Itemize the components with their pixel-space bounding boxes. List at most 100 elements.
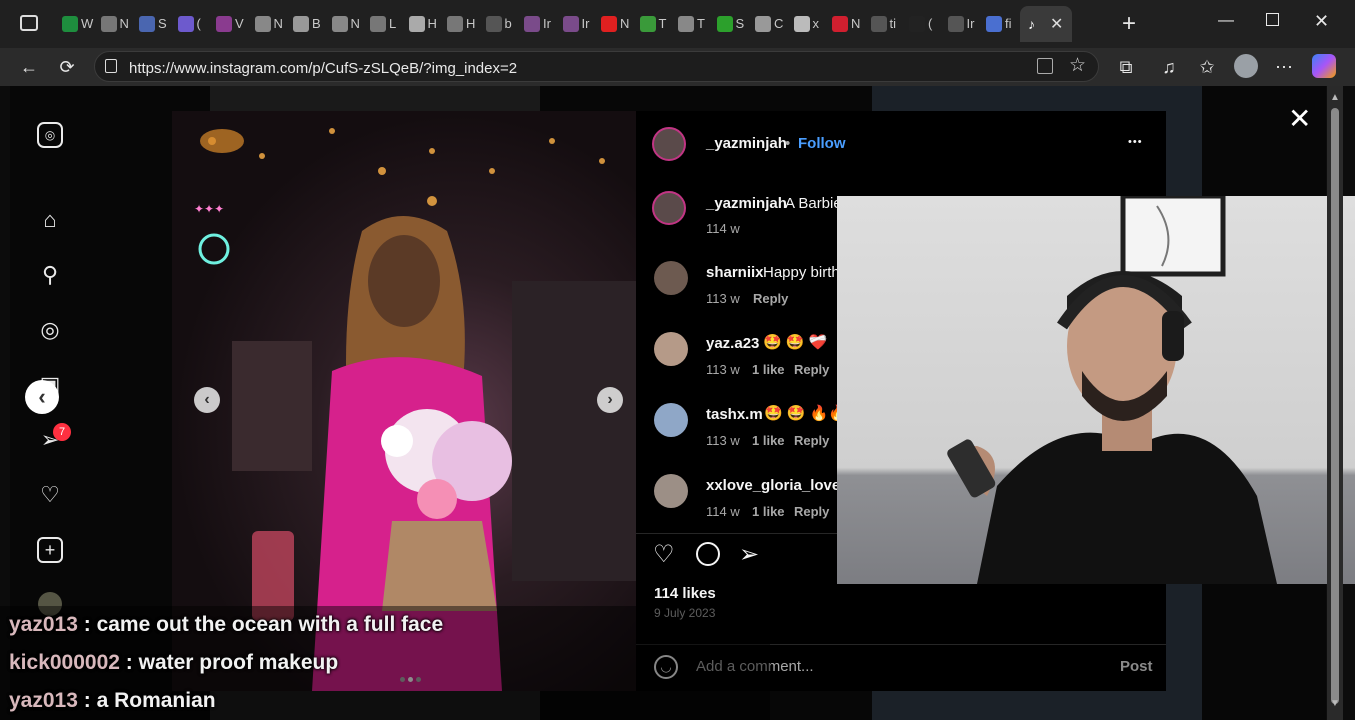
tab-favicon-icon[interactable]	[947, 16, 964, 32]
tab-title[interactable]: T	[697, 15, 705, 33]
create-icon[interactable]: +	[37, 537, 63, 563]
previous-post-button[interactable]: ‹	[25, 380, 59, 414]
tab-favicon-icon[interactable]	[716, 16, 733, 32]
reply-button[interactable]: Reply	[794, 504, 829, 519]
comment-username[interactable]: sharniix	[706, 264, 764, 281]
tab-actions-icon[interactable]	[20, 15, 38, 31]
tab-favicon-icon[interactable]	[639, 16, 656, 32]
close-modal-button[interactable]: ✕	[1288, 102, 1311, 135]
tab-title[interactable]: x	[813, 15, 820, 33]
home-icon[interactable]: ⌂	[37, 207, 63, 233]
tab-title[interactable]: B	[312, 15, 321, 33]
profile-avatar[interactable]	[1234, 54, 1258, 78]
scroll-down-arrow[interactable]: ▼	[1330, 698, 1340, 709]
author-avatar[interactable]	[652, 127, 686, 161]
share-send-icon[interactable]: ➢	[739, 540, 759, 569]
tab-favicon-icon[interactable]	[254, 16, 271, 32]
scroll-thumb[interactable]	[1331, 108, 1339, 704]
tab-title[interactable]: S	[736, 15, 745, 33]
tab-favicon-icon[interactable]	[755, 16, 771, 32]
comment-likes[interactable]: 1 like	[752, 433, 785, 448]
commenter-avatar[interactable]	[654, 403, 688, 437]
site-info-icon[interactable]	[105, 59, 117, 73]
tab-title[interactable]: C	[774, 15, 783, 33]
explore-icon[interactable]: ◎	[37, 317, 63, 343]
more-options-icon[interactable]: •••	[1128, 136, 1143, 148]
tab-favicon-icon[interactable]	[216, 16, 232, 32]
tab-favicon-icon[interactable]	[870, 16, 887, 32]
tab-favicon-icon[interactable]	[331, 16, 348, 32]
instagram-logo-icon[interactable]: ◎	[37, 122, 63, 148]
tab-favicon-icon[interactable]	[562, 16, 579, 32]
tab-title[interactable]: S	[158, 15, 167, 33]
comment-username[interactable]: tashx.m	[706, 406, 763, 423]
comment-likes[interactable]: 1 like	[752, 362, 785, 377]
caption-avatar[interactable]	[652, 191, 686, 225]
tab-favicon-icon[interactable]	[601, 16, 617, 32]
new-tab-button[interactable]: +	[1122, 10, 1136, 38]
tab-favicon-icon[interactable]	[370, 16, 386, 32]
tab-title[interactable]: V	[235, 15, 244, 33]
tab-title[interactable]: T	[659, 15, 667, 33]
settings-more-icon[interactable]: ⋯	[1271, 55, 1297, 79]
tab-favicon-icon[interactable]	[524, 16, 540, 32]
caption-username[interactable]: _yazminjah	[706, 195, 787, 212]
heart-icon[interactable]: ♡	[37, 482, 63, 508]
tab-favicon-icon[interactable]	[832, 16, 848, 32]
tab-title[interactable]: L	[389, 15, 396, 33]
comment-username[interactable]: yaz.a23	[706, 335, 759, 352]
post-photo[interactable]: ✦✦✦ ‹ ›	[172, 111, 646, 691]
tab-favicon-icon[interactable]	[139, 16, 155, 32]
reply-button[interactable]: Reply	[794, 362, 829, 377]
tab-title[interactable]: fi	[1005, 15, 1012, 33]
search-icon[interactable]: ⚲	[37, 262, 63, 288]
comment-bubble-icon[interactable]	[696, 542, 720, 566]
tab-title[interactable]: b	[505, 15, 512, 33]
post-comment-button[interactable]: Post	[1120, 658, 1153, 675]
commenter-avatar[interactable]	[654, 474, 688, 508]
tab-title[interactable]: (	[928, 15, 932, 33]
favorite-star-icon[interactable]: ☆	[1069, 54, 1086, 77]
app-available-icon[interactable]	[1037, 58, 1053, 74]
tab-title[interactable]: W	[81, 15, 93, 33]
tab-title[interactable]: N	[351, 15, 360, 33]
tab-favicon-icon[interactable]	[408, 16, 425, 32]
likes-count[interactable]: 114 likes	[654, 585, 716, 602]
tab-title[interactable]: Ir	[967, 15, 975, 33]
extensions-icon[interactable]: ⧉	[1113, 55, 1139, 79]
comment-username[interactable]: xxlove_gloria_lovex	[706, 477, 849, 494]
tab-favicon-icon[interactable]	[793, 16, 810, 32]
back-button[interactable]: ←	[16, 55, 42, 79]
tab-favicon-icon[interactable]	[485, 16, 502, 32]
tab-title[interactable]: (	[197, 15, 201, 33]
tab-favicon-icon[interactable]	[62, 16, 78, 32]
tab-favicon-icon[interactable]	[177, 16, 194, 32]
follow-button[interactable]: Follow	[798, 135, 846, 152]
close-window-button[interactable]: ✕	[1314, 11, 1329, 32]
comment-likes[interactable]: 1 like	[752, 504, 785, 519]
tab-title[interactable]: H	[428, 15, 437, 33]
tab-favicon-icon[interactable]	[293, 16, 309, 32]
reply-button[interactable]: Reply	[794, 433, 829, 448]
next-image-button[interactable]: ›	[597, 387, 623, 413]
minimize-button[interactable]: —	[1218, 12, 1234, 30]
like-heart-icon[interactable]: ♡	[653, 540, 675, 569]
tab-title[interactable]: N	[620, 15, 629, 33]
url-text[interactable]: https://www.instagram.com/p/CufS-zSLQeB/…	[129, 60, 517, 77]
previous-image-button[interactable]: ‹	[194, 387, 220, 413]
tab-title[interactable]: N	[851, 15, 860, 33]
tab-favicon-icon[interactable]	[100, 16, 117, 32]
address-bar[interactable]: https://www.instagram.com/p/CufS-zSLQeB/…	[94, 51, 1099, 82]
reply-button[interactable]: Reply	[753, 291, 788, 306]
commenter-avatar[interactable]	[654, 332, 688, 366]
author-username[interactable]: _yazminjah	[706, 135, 787, 152]
tab-title[interactable]: Ir	[543, 15, 551, 33]
tab-title[interactable]: ti	[890, 15, 897, 33]
tab-active[interactable]: ♪ ✕	[1020, 6, 1072, 42]
copilot-icon[interactable]	[1312, 54, 1336, 78]
tab-title[interactable]: N	[120, 15, 129, 33]
page-scrollbar[interactable]: ▲ ▼	[1327, 86, 1343, 720]
scroll-up-arrow[interactable]: ▲	[1330, 92, 1340, 103]
maximize-button[interactable]	[1266, 13, 1279, 26]
tab-title[interactable]: Ir	[582, 15, 590, 33]
